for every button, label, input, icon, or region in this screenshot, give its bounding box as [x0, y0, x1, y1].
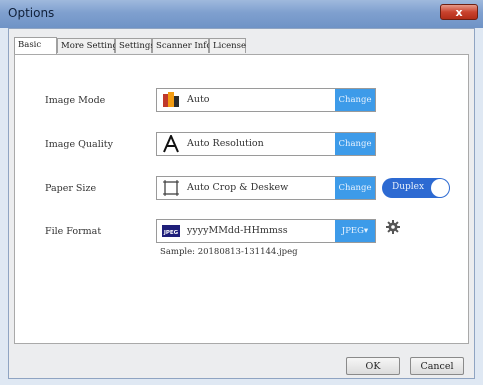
- file-format-dropdown-label: JPEG: [341, 226, 364, 236]
- duplex-label: Duplex: [392, 182, 425, 192]
- cancel-button[interactable]: Cancel: [410, 357, 464, 375]
- file-format-value: yyyyMMdd-HHmmss: [187, 225, 288, 236]
- duplex-knob: [431, 179, 449, 197]
- file-format-field: JPEG yyyyMMdd-HHmmss JPEG▾: [156, 219, 376, 243]
- paper-size-field: Auto Crop & Deskew Change: [156, 176, 376, 200]
- gear-icon[interactable]: [386, 220, 400, 234]
- crop-frame-icon: [163, 180, 179, 196]
- close-button[interactable]: x: [440, 4, 478, 20]
- image-mode-field: Auto Change: [156, 88, 376, 112]
- window-title: Options: [8, 6, 55, 20]
- file-format-dropdown[interactable]: JPEG▾: [335, 220, 375, 242]
- tab-scanner-info[interactable]: Scanner Info.: [152, 38, 214, 53]
- ok-button[interactable]: OK: [346, 357, 400, 375]
- tab-more-settings[interactable]: More Settings: [57, 38, 122, 53]
- image-mode-value: Auto: [187, 94, 210, 105]
- color-mode-icon: [163, 92, 179, 107]
- tab-basic[interactable]: Basic: [14, 37, 57, 54]
- duplex-toggle[interactable]: Duplex: [382, 178, 450, 198]
- image-mode-change-button[interactable]: Change: [335, 89, 375, 111]
- file-format-label: File Format: [45, 226, 102, 237]
- close-icon: x: [455, 6, 463, 19]
- image-quality-value: Auto Resolution: [187, 138, 264, 149]
- paper-size-change-button[interactable]: Change: [335, 177, 375, 199]
- sample-filename: Sample: 20180813-131144.jpeg: [160, 247, 298, 257]
- image-quality-label: Image Quality: [45, 139, 113, 150]
- title-bar[interactable]: Options x: [0, 0, 483, 28]
- letter-a-icon: [163, 135, 179, 153]
- image-quality-change-button[interactable]: Change: [335, 133, 375, 155]
- paper-size-label: Paper Size: [45, 183, 97, 194]
- options-dialog: Options x Basic More Settings Settings S…: [0, 0, 483, 385]
- jpeg-icon-text: JPEG: [163, 230, 179, 236]
- paper-size-value: Auto Crop & Deskew: [187, 182, 289, 193]
- tab-license[interactable]: License: [209, 38, 246, 53]
- jpeg-icon: JPEG: [162, 225, 180, 237]
- image-quality-field: Auto Resolution Change: [156, 132, 376, 156]
- tab-settings[interactable]: Settings: [115, 38, 155, 53]
- image-mode-label: Image Mode: [45, 95, 106, 106]
